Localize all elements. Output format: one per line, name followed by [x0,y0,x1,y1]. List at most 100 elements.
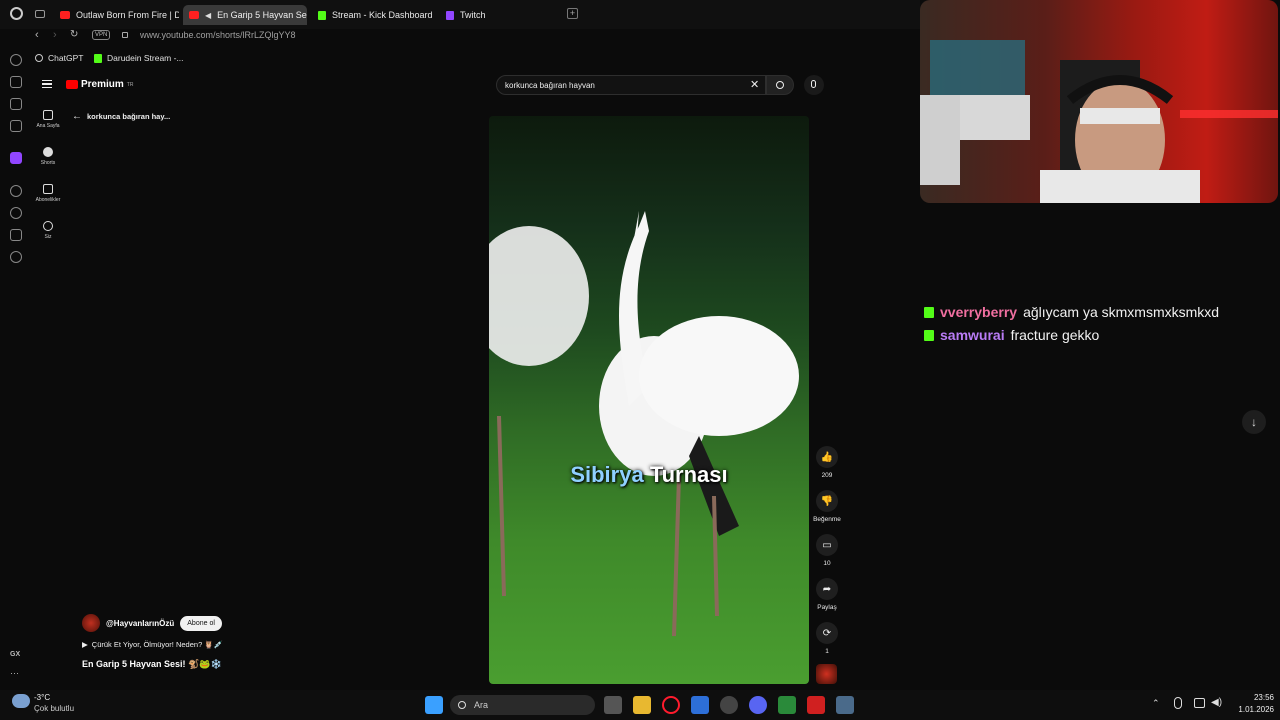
task-view-icon[interactable] [604,696,622,714]
weather-desc: Çok bulutlu [34,704,75,713]
history-icon[interactable] [10,54,22,66]
spreadsheet-icon[interactable] [778,696,796,714]
chat-message: samwurai fracture gekko [924,327,1099,343]
tab-outlaw[interactable]: Outlaw Born From Fire | De [54,5,179,25]
gx-label[interactable]: GX [10,651,20,658]
nav-home[interactable]: Ana Sayfa [32,110,64,129]
kick-icon [924,329,934,341]
scroll-down-button[interactable]: ↓ [1242,410,1266,434]
microphone-tray-icon[interactable] [1174,697,1182,709]
comments-count: 10 [823,560,831,567]
nav-you[interactable]: Siz [32,221,64,240]
aria-icon[interactable] [10,76,22,88]
tab-label: Stream - Kick Dashboard [332,10,433,20]
reload-icon[interactable]: ↻ [70,29,78,40]
like-button[interactable]: 👍 209 [812,446,842,479]
comments-button[interactable]: ▭ 10 [812,534,842,567]
taskbar-search[interactable]: Ara [450,695,595,715]
opera-logo-icon[interactable] [10,7,23,20]
tab-twitch[interactable]: Twitch [440,5,550,25]
back-to-search[interactable]: ← korkunca bağıran hay... [72,111,170,122]
clock-date[interactable]: 1.01.2026 [1226,705,1274,714]
video-caption: Sibirya Turnası [489,462,809,488]
forward-arrow-icon[interactable]: › [53,29,57,41]
sound-thumbnail[interactable] [816,664,837,684]
share-button[interactable]: ➦ Paylaş [812,578,842,611]
clock-icon[interactable] [10,207,22,219]
chat-text: ağlıycam ya skmxmsmxksmkxd [1023,304,1220,320]
dislike-button[interactable]: 👎 Beğenme [812,490,842,523]
opera-gx-icon[interactable] [662,696,680,714]
player-icon[interactable] [10,185,22,197]
youtube-play-icon [66,80,78,89]
hamburger-menu-icon[interactable] [42,80,52,88]
clock-time[interactable]: 23:56 [1232,693,1274,702]
thumbs-down-icon: 👎 [816,490,838,512]
clear-search-icon[interactable]: ✕ [750,78,759,91]
app-icon[interactable] [720,696,738,714]
kick-icon [318,10,326,20]
tray-chevron-icon[interactable]: ⌃ [1152,698,1160,709]
video-title: En Garip 5 Hayvan Sesi! 🐒🐸❄️ [82,659,222,669]
streaming-app-icon[interactable] [807,696,825,714]
more-icon[interactable]: ··· [10,668,19,678]
mail-icon[interactable] [691,696,709,714]
search-input[interactable]: korkunca bağıran hayvan [496,75,766,95]
playlist-link[interactable]: ▶ Çürük Et Yiyor, Ölmüyor! Neden? 🦉💉 [82,640,223,649]
new-tab-button[interactable]: + [567,8,578,19]
kick-icon [94,53,102,63]
taskbar-search-label: Ara [474,700,489,710]
like-count: 209 [821,472,833,479]
bookmark-chatgpt[interactable]: ChatGPT [35,53,83,63]
youtube-logo[interactable]: Premium TR [66,79,133,90]
youtube-logo-text: Premium [81,79,124,90]
remix-button[interactable]: ⟳ 1 [812,622,842,655]
browser-sidebar: GX ··· [0,48,30,688]
address-bar: ‹ › ↻ VPN www.youtube.com/shorts/lRrLZQl… [30,29,920,45]
twitch-icon [446,10,454,20]
nav-label: Abonelikler [35,197,61,203]
browser-tab-bar: Outlaw Born From Fire | De ◀ En Garip 5 … [0,0,920,29]
search-icon [458,701,466,709]
play-icon: ▶ [82,640,88,649]
twitch-icon[interactable] [10,152,22,164]
search-icon [776,81,784,89]
tab-menu-icon[interactable] [35,10,45,18]
thumbs-up-icon: 👍 [816,446,838,468]
channel-avatar[interactable] [82,614,100,632]
youtube-country-code: TR [126,81,134,88]
nav-shorts[interactable]: Shorts [32,147,64,166]
pinboard-icon[interactable] [10,98,22,110]
messenger-icon[interactable] [10,120,22,132]
network-icon[interactable] [1194,698,1205,708]
speaker-icon[interactable]: ◀ [205,11,211,20]
subscribe-button[interactable]: Abone ol [180,615,222,631]
tab-kick[interactable]: Stream - Kick Dashboard [312,5,437,25]
vpn-badge[interactable]: VPN [92,30,111,40]
volume-icon[interactable]: ◀) [1211,697,1222,708]
channel-name[interactable]: @HayvanlarınÖzü [106,619,174,628]
windows-start-icon[interactable] [425,696,443,714]
channel-row: @HayvanlarınÖzü Abone ol [82,614,222,632]
back-arrow-icon[interactable]: ‹ [35,29,39,41]
search-button[interactable] [766,75,794,95]
extensions-icon[interactable] [10,229,22,241]
discord-icon[interactable] [749,696,767,714]
nav-subscriptions[interactable]: Abonelikler [32,184,64,203]
tab-label: Outlaw Born From Fire | De [76,10,179,20]
remix-count: 1 [825,648,829,655]
chat-username: vverryberry [940,304,1018,320]
weather-icon[interactable] [12,694,30,708]
voice-search-button[interactable] [804,75,824,95]
tab-label: Twitch [460,10,486,20]
shorts-video-player[interactable] [489,116,809,684]
bookmark-label: Darudein Stream -... [107,53,184,63]
bookmark-darudein[interactable]: Darudein Stream -... [94,53,184,63]
tab-en-garip[interactable]: ◀ En Garip 5 Hayvan Se [183,5,307,25]
caption-text: Turnası [643,462,728,487]
chat-message: vverryberry ağlıycam ya skmxmsmxksmkxd [924,304,1219,320]
tool-icon[interactable] [836,696,854,714]
file-explorer-icon[interactable] [633,696,651,714]
url-field[interactable]: www.youtube.com/shorts/lRrLZQlgYY8 [140,30,296,40]
settings-icon[interactable] [10,251,22,263]
